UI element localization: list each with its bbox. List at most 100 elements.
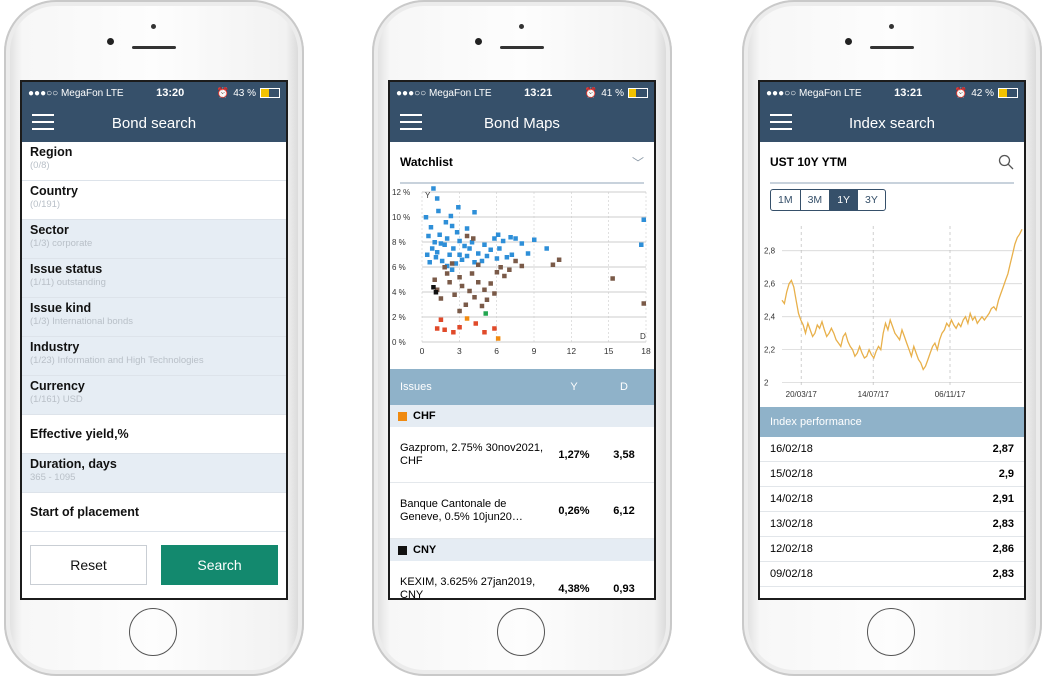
bond-point[interactable] <box>449 267 455 273</box>
filter-item[interactable]: Issue status (1/11) outstanding <box>22 259 286 298</box>
bond-point[interactable] <box>504 255 510 260</box>
bond-point[interactable] <box>532 237 537 243</box>
bond-point[interactable] <box>437 232 442 238</box>
bond-point[interactable] <box>434 196 440 201</box>
bond-point[interactable] <box>449 223 455 229</box>
bond-point[interactable] <box>428 225 434 230</box>
bond-point[interactable] <box>432 240 437 245</box>
bond-point[interactable] <box>429 246 435 251</box>
bond-point[interactable] <box>471 236 476 241</box>
bond-point[interactable] <box>424 252 430 258</box>
bond-point[interactable] <box>488 247 493 253</box>
bond-point[interactable] <box>457 308 462 314</box>
bond-point[interactable] <box>426 233 431 239</box>
bond-point[interactable] <box>434 250 440 255</box>
bond-point[interactable] <box>444 271 450 276</box>
bond-point[interactable] <box>508 235 513 240</box>
bond-point[interactable] <box>459 257 465 263</box>
bond-point[interactable] <box>513 258 518 264</box>
bond-point[interactable] <box>513 236 518 241</box>
bond-point[interactable] <box>464 226 470 231</box>
bond-point[interactable] <box>459 283 465 289</box>
bond-point[interactable] <box>472 295 477 300</box>
bond-point[interactable] <box>433 255 439 260</box>
filter-item[interactable]: Duration, days 365 - 1095 <box>22 454 286 493</box>
bond-point[interactable] <box>442 327 447 333</box>
bond-point[interactable] <box>495 336 501 341</box>
filter-item[interactable]: Start of placement <box>22 493 286 532</box>
bond-point[interactable] <box>451 330 456 335</box>
bond-point[interactable] <box>519 263 525 269</box>
watchlist-dropdown[interactable]: Watchlist ﹀ <box>390 142 654 182</box>
issue-row[interactable]: Gazprom, 2.75% 30nov2021, CHF 1,27% 3,58 <box>390 427 654 483</box>
bond-point[interactable] <box>484 297 490 303</box>
issue-row[interactable]: Banque Cantonale de Geneve, 0.5% 10jun20… <box>390 483 654 539</box>
bond-point[interactable] <box>431 186 436 191</box>
bond-point[interactable] <box>482 287 487 293</box>
period-tab-1m[interactable]: 1M <box>771 190 801 210</box>
bond-point[interactable] <box>463 302 469 308</box>
bond-point[interactable] <box>507 267 512 273</box>
bond-point[interactable] <box>452 292 457 298</box>
bond-point[interactable] <box>639 242 644 248</box>
bond-point[interactable] <box>473 321 479 326</box>
period-tab-3y[interactable]: 3Y <box>858 190 885 210</box>
home-button[interactable] <box>867 608 915 656</box>
search-icon[interactable] <box>998 154 1014 170</box>
bond-point[interactable] <box>444 236 450 241</box>
bond-point[interactable] <box>432 277 437 283</box>
search-button[interactable]: Search <box>161 545 278 585</box>
bond-point[interactable] <box>498 265 503 270</box>
bond-point[interactable] <box>464 233 470 239</box>
bond-point[interactable] <box>488 281 493 286</box>
bond-point[interactable] <box>467 246 472 251</box>
bond-point[interactable] <box>464 316 470 321</box>
bond-point[interactable] <box>443 220 449 225</box>
bond-point[interactable] <box>483 311 488 316</box>
bond-point[interactable] <box>641 301 647 306</box>
bond-point[interactable] <box>457 238 462 244</box>
bond-point[interactable] <box>454 230 460 235</box>
bond-point[interactable] <box>525 251 531 256</box>
bond-point[interactable] <box>494 270 500 275</box>
bond-point[interactable] <box>610 276 615 281</box>
filter-item[interactable]: Industry (1/23) Information and High Tech… <box>22 337 286 376</box>
filter-item[interactable]: Issue kind (1/3) International bonds <box>22 298 286 337</box>
issue-row[interactable]: KEXIM, 3.625% 27jan2019, CNY 4,38% 0,93 <box>390 561 654 599</box>
bond-point[interactable] <box>519 241 525 246</box>
bond-point[interactable] <box>495 232 501 238</box>
bond-point[interactable] <box>476 262 481 268</box>
bond-point[interactable] <box>500 238 506 244</box>
bond-point[interactable] <box>457 275 462 280</box>
bond-point[interactable] <box>467 288 472 294</box>
bond-point[interactable] <box>509 252 515 258</box>
filter-item[interactable]: Region (0/8) <box>22 142 286 181</box>
bond-point[interactable] <box>472 210 477 215</box>
bond-point[interactable] <box>447 252 452 258</box>
bond-point[interactable] <box>436 208 441 214</box>
bond-point[interactable] <box>469 271 475 276</box>
filter-item[interactable]: Sector (1/3) corporate <box>22 220 286 259</box>
bond-point[interactable] <box>464 253 470 259</box>
bond-point[interactable] <box>492 326 497 331</box>
bond-point[interactable] <box>482 242 487 248</box>
bond-point[interactable] <box>451 246 456 251</box>
bond-point[interactable] <box>494 256 500 261</box>
period-tab-1y[interactable]: 1Y <box>830 190 859 210</box>
home-button[interactable] <box>497 608 545 656</box>
bond-point[interactable] <box>502 273 507 279</box>
bond-point[interactable] <box>484 253 490 259</box>
bond-point[interactable] <box>423 215 429 220</box>
bond-point[interactable] <box>449 261 455 266</box>
bond-point[interactable] <box>476 280 481 285</box>
bond-point[interactable] <box>434 326 440 331</box>
bond-point[interactable] <box>492 291 497 296</box>
bond-point[interactable] <box>482 330 487 335</box>
bond-point[interactable] <box>544 246 549 251</box>
bond-point[interactable] <box>433 290 439 295</box>
bond-point[interactable] <box>438 317 444 323</box>
bond-point[interactable] <box>556 257 562 263</box>
menu-icon[interactable] <box>770 114 792 132</box>
menu-icon[interactable] <box>32 114 54 132</box>
bond-point[interactable] <box>447 280 452 285</box>
